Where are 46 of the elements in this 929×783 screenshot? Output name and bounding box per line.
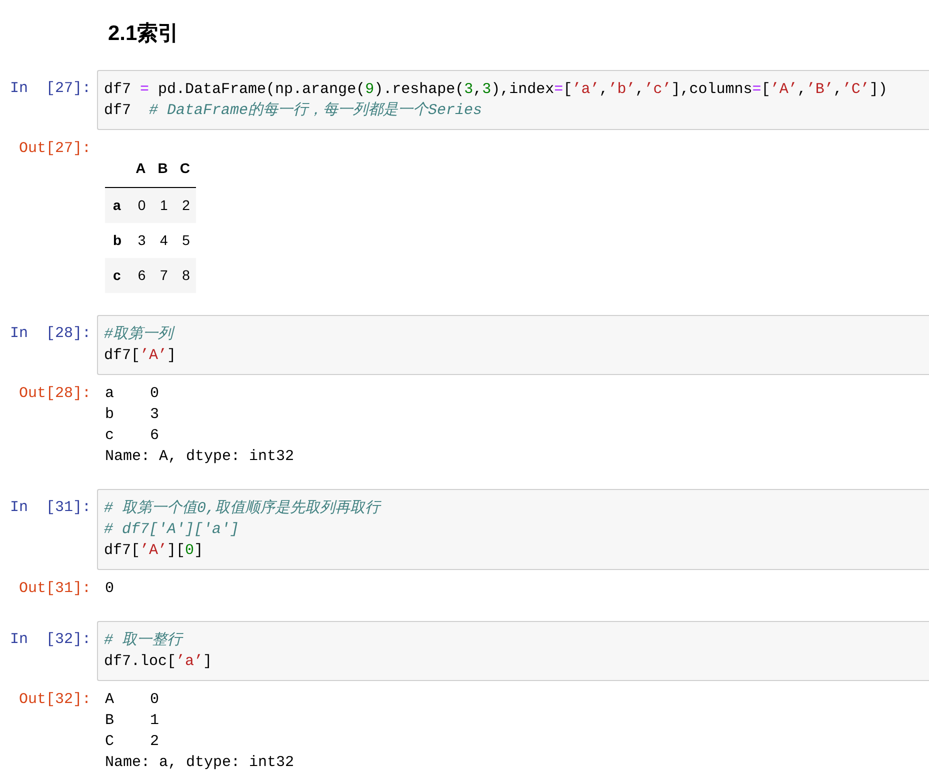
row-index: b [105, 222, 130, 258]
output-prompt: Out[27]: [18, 138, 92, 158]
row-index: a [105, 187, 130, 222]
input-prompt: In [27]: [8, 78, 92, 98]
code-line: df7.loc[’a’] [104, 652, 212, 672]
column-header: B [152, 150, 174, 187]
output-line: B 1 [105, 710, 160, 730]
code-line: df7[’A’] [104, 346, 176, 366]
output-line: Name: A, dtype: int32 [105, 446, 294, 466]
output-line: C 2 [105, 732, 160, 752]
output-prompt: Out[31]: [18, 578, 92, 598]
table-cell: 5 [174, 222, 196, 258]
output-line: b 3 [105, 404, 160, 424]
section-heading: 2.1索引 [108, 21, 180, 47]
output-line: A 0 [105, 690, 160, 710]
code-cell[interactable]: df7 = pd.DataFrame(np.arange(9).reshape(3,3),index=[’a’,’b’,’c’],columns=[’A’,’B’,’C’]) df7 # DataFrame的每一行，每一列都是一个Series [97, 70, 929, 130]
output-line: a 0 [105, 384, 160, 404]
code-line: df7 = pd.DataFrame(np.arange(9).reshape(3,3),index=[’a’,’b’,’c’],columns=[’A’,’B’,’C’]) [104, 80, 888, 100]
code-cell[interactable]: # 取第一个值0,取值顺序是先取列再取行 # df7['A']['a'] df7[’A’][0] [97, 488, 929, 570]
input-prompt: In [28]: [8, 324, 92, 344]
code-line: df7 # DataFrame的每一行，每一列都是一个Series [104, 100, 482, 120]
table-cell: 4 [152, 222, 174, 258]
table-cell: 3 [130, 222, 152, 258]
output-prompt: Out[32]: [18, 690, 92, 710]
column-header: A [130, 150, 152, 187]
code-cell[interactable]: # 取一整行 df7.loc[’a’] [97, 620, 929, 680]
code-cell[interactable]: #取第一列 df7[’A’] [97, 314, 929, 374]
table-cell: 2 [174, 187, 196, 222]
output-line: 0 [105, 578, 114, 598]
table-cell: 1 [152, 187, 174, 222]
input-prompt: In [31]: [8, 498, 92, 518]
row-index: c [105, 258, 130, 292]
code-line: # 取一整行 [104, 630, 182, 650]
code-line: df7[’A’][0] [104, 540, 204, 560]
table-cell: 7 [152, 258, 174, 292]
table-cell: 6 [130, 258, 152, 292]
table-cell: 8 [174, 258, 196, 292]
code-line: # 取第一个值0,取值顺序是先取列再取行 [104, 498, 380, 518]
input-prompt: In [32]: [8, 630, 92, 650]
output-prompt: Out[28]: [18, 384, 92, 404]
output-line: Name: a, dtype: int32 [105, 752, 294, 772]
code-line: # df7['A']['a'] [104, 520, 240, 540]
table-cell: 0 [130, 187, 152, 222]
code-line: #取第一列 [104, 324, 174, 344]
column-header: C [174, 150, 196, 187]
output-line: c 6 [105, 426, 160, 446]
